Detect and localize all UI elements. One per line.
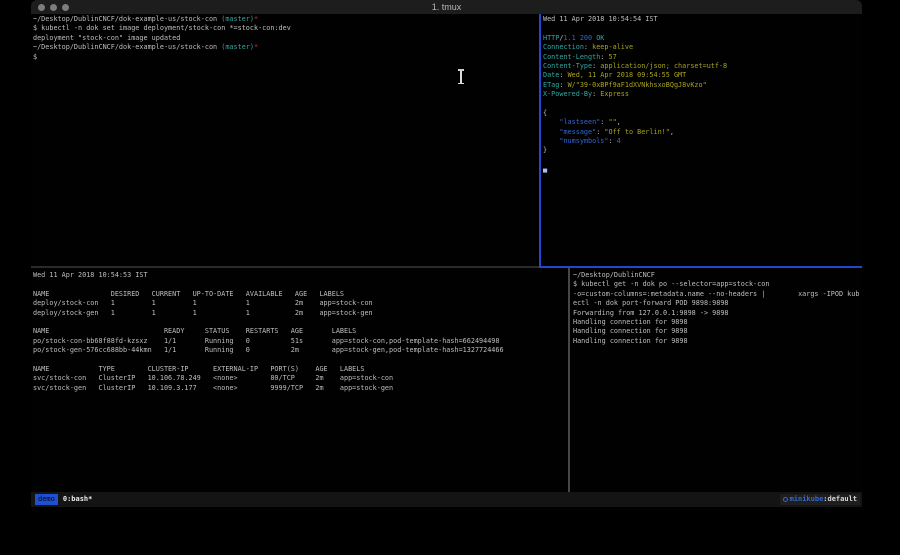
terminal-line: ~/Desktop/DublinCNCF/dok-example-us/stoc…: [33, 43, 538, 52]
pane-http-response[interactable]: Wed 11 Apr 2018 10:54:54 IST HTTP/1.1 200…: [543, 15, 861, 266]
terminal-line: [543, 24, 861, 33]
kube-context-name: minikube: [790, 494, 824, 505]
terminal-line: deployment "stock-con" image updated: [33, 34, 538, 43]
terminal-line: svc/stock-gen ClusterIP 10.109.3.177 <no…: [33, 384, 568, 393]
terminal-line: Handling connection for 9898: [573, 318, 861, 327]
terminal-line: [543, 156, 861, 165]
terminal-line: "lastseen": "",: [543, 118, 861, 127]
kube-context-indicator: minikube :default: [780, 494, 860, 505]
tmux-status-bar: demo 0:bash* minikube :default: [31, 492, 862, 507]
helm-wheel-icon: [783, 497, 788, 502]
terminal-line: ▄: [543, 165, 861, 174]
pane-port-forward[interactable]: ~/Desktop/DublinCNCF$ kubectl get -n dok…: [573, 271, 861, 492]
terminal-line: NAME TYPE CLUSTER-IP EXTERNAL-IP PORT(S)…: [33, 365, 568, 374]
terminal-line: -o=custom-columns=:metadata.name --no-he…: [573, 290, 861, 299]
terminal-line: X-Powered-By: Express: [543, 90, 861, 99]
pane-kubectl-get-watch[interactable]: Wed 11 Apr 2018 10:54:53 IST NAME DESIRED…: [33, 271, 568, 492]
pane-divider-horizontal-active[interactable]: [539, 266, 862, 268]
terminal-line: $ kubectl -n dok set image deployment/st…: [33, 24, 538, 33]
terminal-line: Content-Type: application/json; charset=…: [543, 62, 861, 71]
terminal-line: deploy/stock-con 1 1 1 1 2m app=stock-co…: [33, 299, 568, 308]
terminal-line: Handling connection for 9898: [573, 327, 861, 336]
terminal-line: Handling connection for 9898: [573, 337, 861, 346]
session-name-badge[interactable]: demo: [35, 494, 58, 505]
terminal-line: [543, 100, 861, 109]
status-left: demo 0:bash*: [35, 492, 92, 507]
terminal-line: NAME DESIRED CURRENT UP-TO-DATE AVAILABL…: [33, 290, 568, 299]
terminal-line: deploy/stock-gen 1 1 1 1 2m app=stock-ge…: [33, 309, 568, 318]
terminal-line: [33, 318, 568, 327]
window-title: 1. tmux: [31, 2, 862, 12]
terminal-line: [33, 356, 568, 365]
kube-namespace: :default: [823, 494, 857, 505]
terminal-line: Forwarding from 127.0.0.1:9898 -> 9898: [573, 309, 861, 318]
pane-divider-vertical-active[interactable]: [539, 14, 541, 268]
terminal-line: po/stock-con-bb68f88fd-kzsxz 1/1 Running…: [33, 337, 568, 346]
pane-shell-kubectl-set-image[interactable]: ~/Desktop/DublinCNCF/dok-example-us/stoc…: [33, 15, 538, 266]
terminal-line: $ kubectl get -n dok po --selector=app=s…: [573, 280, 861, 289]
terminal-line: }: [543, 146, 861, 155]
terminal-line: Wed 11 Apr 2018 10:54:53 IST: [33, 271, 568, 280]
pane-divider-horizontal[interactable]: [31, 266, 539, 268]
terminal-line: "message": "Off to Berlin!",: [543, 128, 861, 137]
terminal-line: svc/stock-con ClusterIP 10.106.78.249 <n…: [33, 374, 568, 383]
terminal-window: 1. tmux ~/Desktop/DublinCNCF/dok-example…: [31, 0, 862, 507]
terminal-line: ectl -n dok port-forward POD 9898:9898: [573, 299, 861, 308]
terminal-line: NAME READY STATUS RESTARTS AGE LABELS: [33, 327, 568, 336]
terminal-line: $: [33, 53, 538, 62]
terminal-line: Wed 11 Apr 2018 10:54:54 IST: [543, 15, 861, 24]
terminal-line: Content-Length: 57: [543, 53, 861, 62]
terminal-line: ETag: W/"39-0xBPf9aF1dXVNkhsxoBQgJ8vKzo": [543, 81, 861, 90]
mouse-ibeam-cursor: [457, 69, 465, 84]
pane-divider-vertical[interactable]: [568, 268, 570, 492]
terminal-line: Connection: keep-alive: [543, 43, 861, 52]
terminal-line: {: [543, 109, 861, 118]
terminal-line: ~/Desktop/DublinCNCF/dok-example-us/stoc…: [33, 15, 538, 24]
window-tab-bash[interactable]: 0:bash*: [63, 492, 93, 507]
terminal-line: HTTP/1.1 200 OK: [543, 34, 861, 43]
terminal-line: "numsymbols": 4: [543, 137, 861, 146]
window-titlebar[interactable]: 1. tmux: [31, 0, 862, 14]
terminal-line: Date: Wed, 11 Apr 2018 09:54:55 GMT: [543, 71, 861, 80]
terminal-line: po/stock-gen-576cc688bb-44kmn 1/1 Runnin…: [33, 346, 568, 355]
terminal-line: ~/Desktop/DublinCNCF: [573, 271, 861, 280]
terminal-line: [33, 280, 568, 289]
